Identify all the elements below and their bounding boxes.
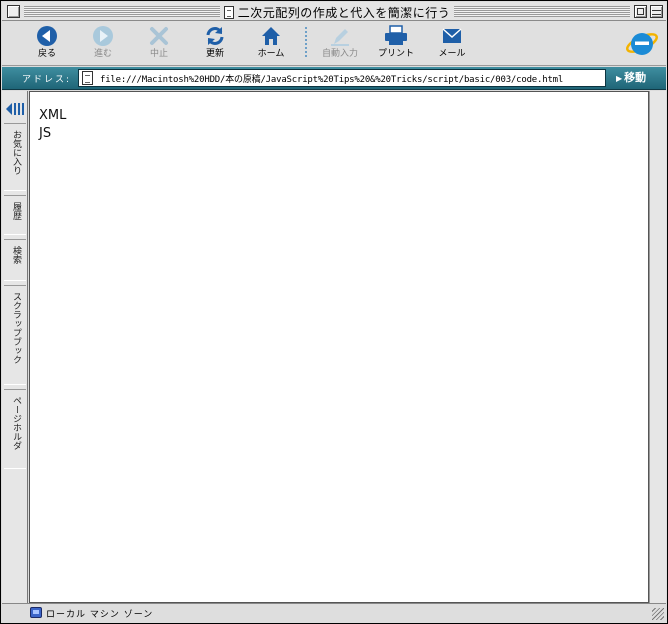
back-arrow-icon bbox=[22, 24, 72, 48]
content-line: JS bbox=[39, 126, 52, 141]
window-title: 二次元配列の作成と代入を簡潔に行う bbox=[222, 4, 452, 20]
stop-button[interactable]: 中止 bbox=[134, 24, 184, 64]
address-bar: アドレス: file:///Macintosh%20HDD/本の原稿/JavaS… bbox=[2, 67, 666, 90]
local-zone-icon bbox=[30, 607, 42, 618]
zoom-box[interactable] bbox=[634, 5, 647, 18]
stop-icon bbox=[134, 24, 184, 48]
address-field[interactable]: file:///Macintosh%20HDD/本の原稿/JavaScript%… bbox=[78, 69, 606, 87]
refresh-button[interactable]: 更新 bbox=[190, 24, 240, 64]
page-icon[interactable] bbox=[82, 71, 93, 85]
go-button[interactable]: ▶ 移動 bbox=[616, 69, 664, 87]
forward-button[interactable]: 進む bbox=[78, 24, 128, 64]
back-label: 戻る bbox=[37, 49, 56, 59]
page-content: XML JS bbox=[29, 91, 649, 603]
print-label: プリント bbox=[377, 49, 414, 59]
autofill-icon bbox=[315, 24, 365, 48]
sidebar-tab-scrapbook[interactable]: スクラップブック bbox=[4, 285, 26, 385]
sidebar-tab-page-holder[interactable]: ページホルダ bbox=[4, 389, 26, 469]
document-icon bbox=[223, 6, 234, 19]
toolbar: 戻る 進む 中止 更新 ホーム 自動入力 プリント メール bbox=[2, 21, 666, 66]
forward-arrow-icon bbox=[78, 24, 128, 48]
go-label: 移動 bbox=[624, 71, 647, 84]
browser-window: 二次元配列の作成と代入を簡潔に行う 戻る 進む 中止 更新 ホーム 自動入力 プ… bbox=[0, 0, 668, 624]
sidebar-tab-favorites[interactable]: お気に入り bbox=[4, 123, 26, 191]
resize-grip-icon[interactable] bbox=[652, 608, 664, 620]
title-bar[interactable]: 二次元配列の作成と代入を簡潔に行う bbox=[2, 2, 666, 21]
stop-label: 中止 bbox=[149, 49, 168, 59]
refresh-label: 更新 bbox=[205, 49, 224, 59]
internet-explorer-logo[interactable] bbox=[624, 25, 660, 61]
mail-label: メール bbox=[438, 49, 466, 59]
forward-label: 進む bbox=[93, 49, 112, 59]
address-label: アドレス: bbox=[22, 75, 72, 85]
print-button[interactable]: プリント bbox=[371, 24, 421, 64]
autofill-label: 自動入力 bbox=[321, 49, 358, 59]
sidebar-toggle-icon[interactable] bbox=[5, 101, 25, 117]
home-label: ホーム bbox=[257, 49, 285, 59]
explorer-sidebar: お気に入り 履歴 検索 スクラップブック ページホルダ bbox=[2, 91, 28, 603]
autofill-button[interactable]: 自動入力 bbox=[315, 24, 365, 64]
printer-icon bbox=[371, 24, 421, 48]
vertical-scrollbar[interactable] bbox=[649, 91, 666, 603]
status-bar: ローカル マシン ゾーン bbox=[2, 603, 666, 623]
back-button[interactable]: 戻る bbox=[22, 24, 72, 64]
sidebar-tab-search[interactable]: 検索 bbox=[4, 239, 26, 281]
home-icon bbox=[246, 24, 296, 48]
mail-button[interactable]: メール bbox=[427, 24, 477, 64]
security-zone-text: ローカル マシン ゾーン bbox=[46, 610, 154, 620]
toolbar-separator bbox=[305, 27, 307, 59]
window-title-text: 二次元配列の作成と代入を簡潔に行う bbox=[237, 6, 451, 20]
go-arrow-icon: ▶ bbox=[616, 74, 623, 83]
sidebar-tab-history[interactable]: 履歴 bbox=[4, 195, 26, 235]
address-url[interactable]: file:///Macintosh%20HDD/本の原稿/JavaScript%… bbox=[100, 72, 563, 85]
content-line: XML bbox=[39, 108, 67, 123]
close-box[interactable] bbox=[7, 5, 20, 18]
collapse-box[interactable] bbox=[650, 5, 663, 18]
mail-icon bbox=[427, 24, 477, 48]
home-button[interactable]: ホーム bbox=[246, 24, 296, 64]
refresh-icon bbox=[190, 24, 240, 48]
